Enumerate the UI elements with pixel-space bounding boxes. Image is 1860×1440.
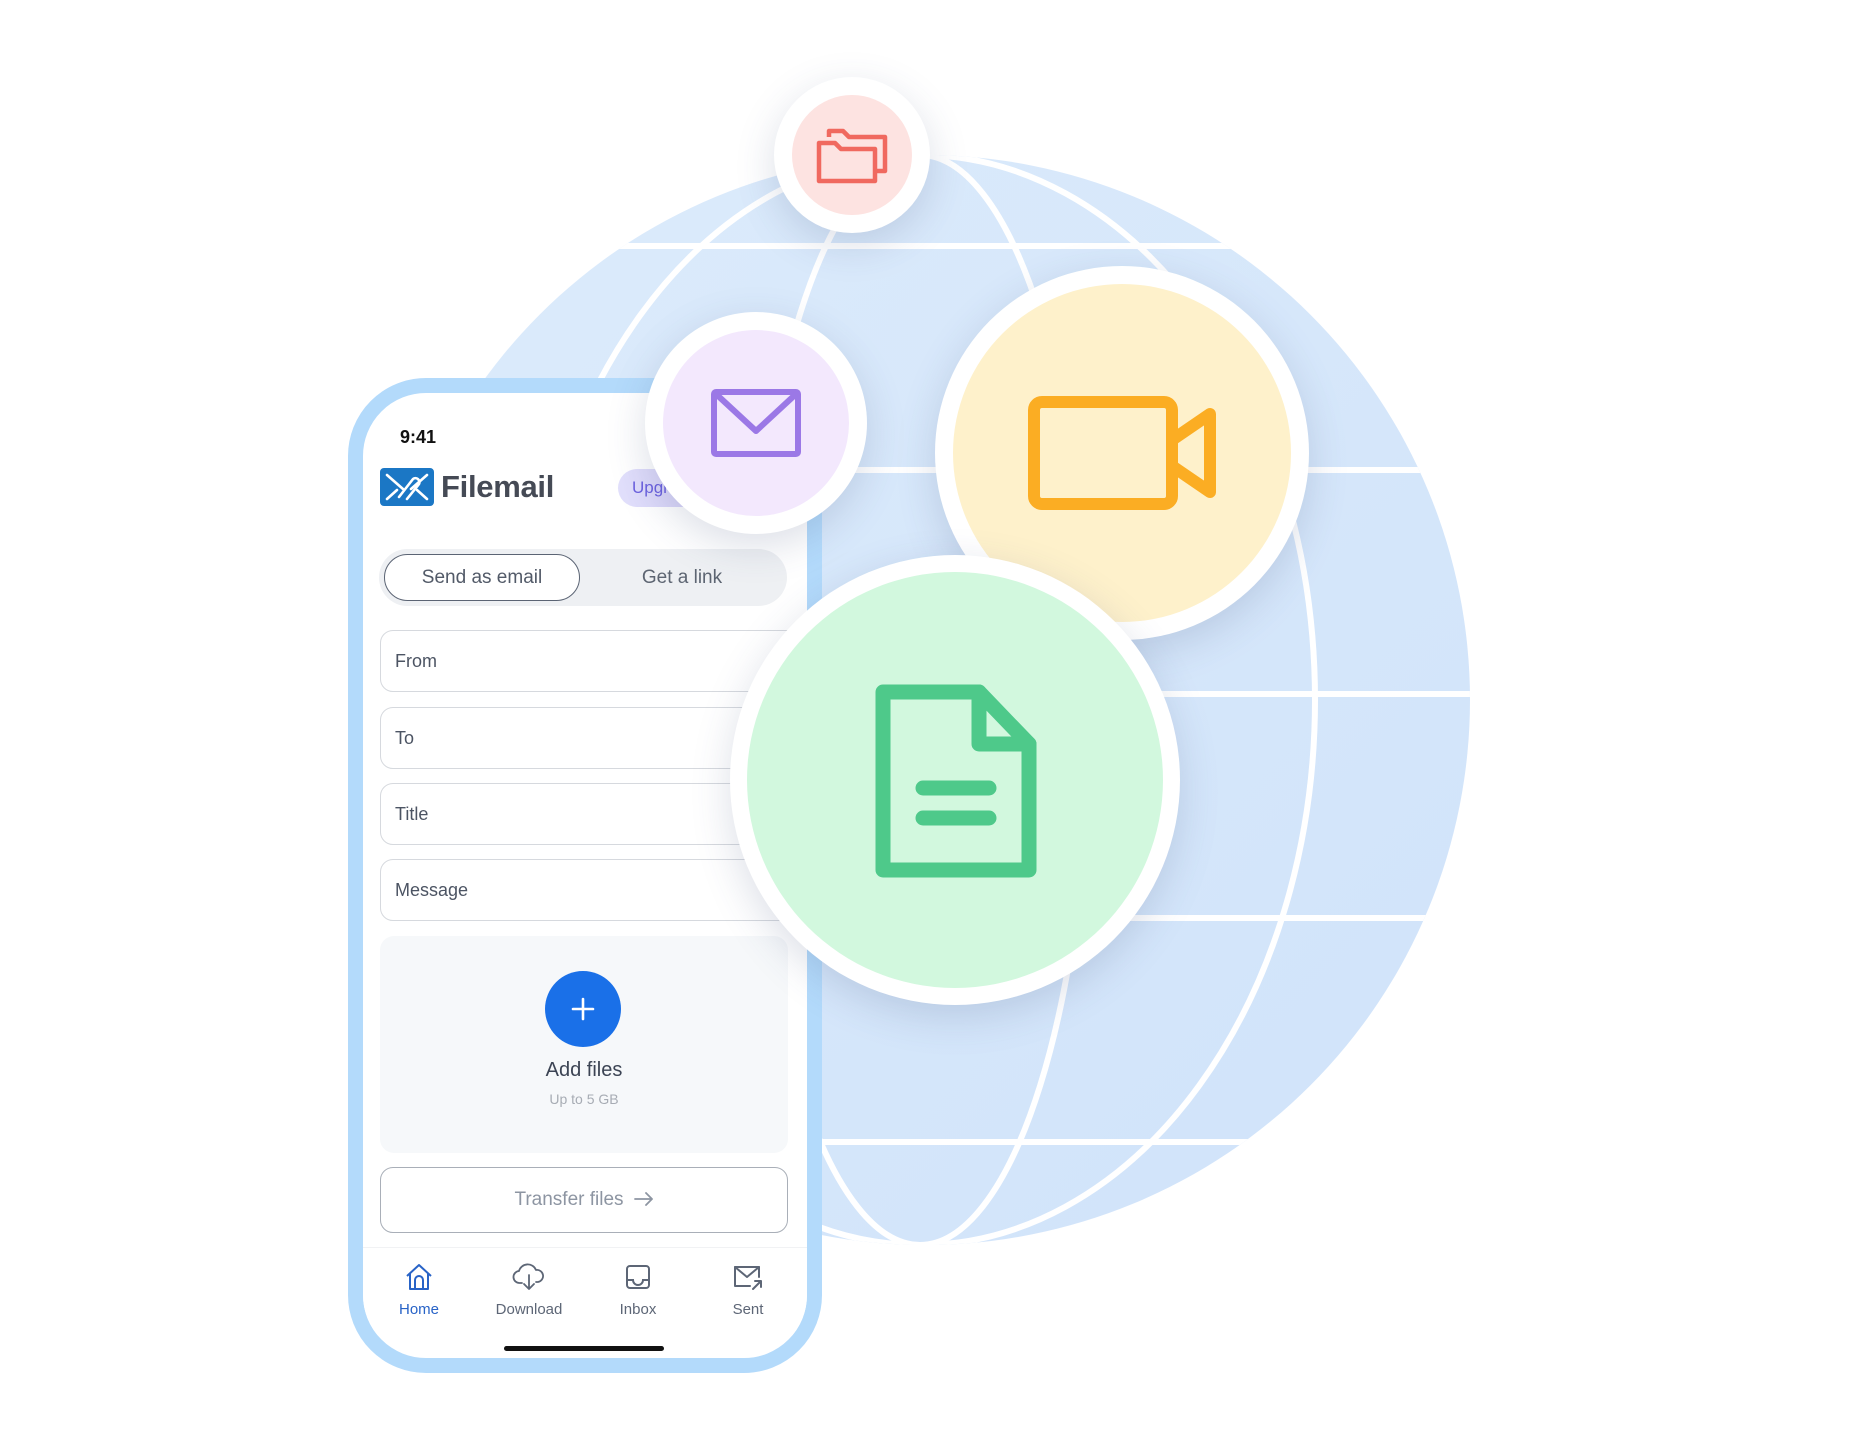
tab-send-as-email[interactable]: Send as email (384, 554, 580, 601)
file-size-limit: Up to 5 GB (549, 1091, 619, 1107)
nav-inbox[interactable]: Inbox (588, 1260, 688, 1318)
document-icon (875, 684, 1037, 878)
file-dropzone[interactable]: Add files Up to 5 GB (380, 936, 788, 1153)
nav-home-label: Home (398, 1301, 439, 1318)
transfer-files-button[interactable]: Transfer files (380, 1167, 788, 1233)
brand-logo: Filemail (380, 468, 554, 506)
nav-sent-label: Sent (732, 1301, 764, 1318)
nav-download[interactable]: Download (479, 1260, 579, 1318)
nav-sent[interactable]: Sent (698, 1260, 798, 1318)
transfer-files-label: Transfer files (514, 1189, 624, 1210)
bottom-nav: Home Download Inbox Sent (363, 1247, 807, 1334)
nav-home[interactable]: Home (369, 1260, 469, 1318)
document-bubble (730, 555, 1180, 1005)
plus-icon (571, 997, 595, 1021)
mail-sent-icon (734, 1266, 762, 1290)
envelope-bubble (645, 312, 867, 534)
add-files-label: Add files (545, 1059, 623, 1081)
folders-icon (816, 128, 888, 184)
video-camera-icon (1028, 396, 1216, 510)
cloud-download-icon (512, 1263, 544, 1290)
brand-name: Filemail (441, 469, 555, 504)
arrow-right-icon (633, 1189, 654, 1212)
message-field[interactable]: Message (380, 859, 800, 921)
nav-inbox-label: Inbox (619, 1301, 657, 1318)
send-mode-toggle: Send as email Get a link (379, 549, 787, 606)
from-field[interactable]: From (380, 630, 800, 692)
add-files-button[interactable] (545, 971, 621, 1047)
envelope-bubble-bg (663, 330, 849, 516)
document-bubble-bg (747, 572, 1163, 988)
home-icon (406, 1264, 432, 1290)
nav-download-label: Download (495, 1301, 563, 1318)
status-time: 9:41 (400, 427, 437, 447)
filemail-logo-icon (380, 468, 434, 506)
folder-bubble-bg (792, 95, 912, 215)
tab-get-a-link[interactable]: Get a link (584, 554, 780, 601)
envelope-icon (711, 389, 801, 457)
inbox-icon (626, 1265, 650, 1289)
folder-bubble (774, 77, 930, 233)
home-indicator (504, 1346, 664, 1351)
